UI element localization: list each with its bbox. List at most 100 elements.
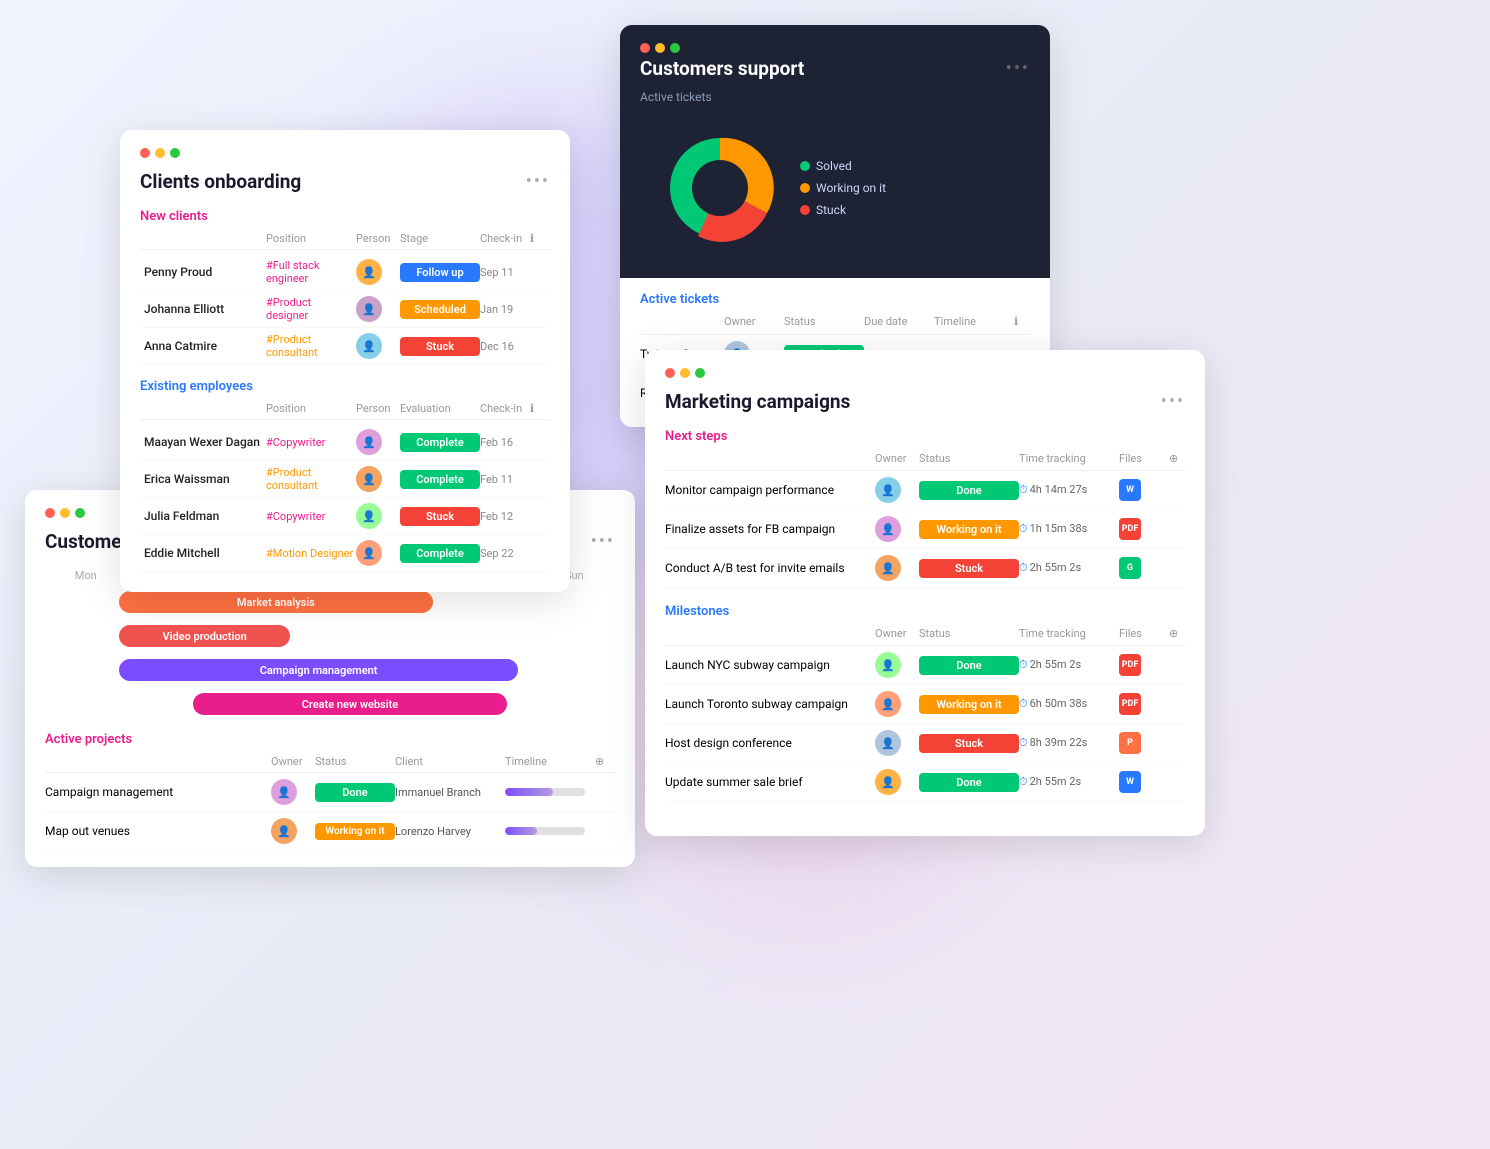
close-dot[interactable]: [665, 368, 675, 378]
status-badge[interactable]: Working on it: [919, 695, 1019, 714]
table-row: Finalize assets for FB campaign 👤 Workin…: [665, 510, 1185, 549]
col-info: ℹ: [1014, 315, 1030, 328]
status-badge[interactable]: Done: [315, 783, 395, 802]
status-badge[interactable]: Working on it: [919, 520, 1019, 539]
gantt-bar-campaign-management[interactable]: Campaign management: [119, 659, 518, 681]
employee-position: #Copywriter: [266, 510, 356, 523]
legend-label-stuck: Stuck: [816, 203, 846, 217]
avatar: 👤: [875, 555, 901, 581]
minimize-dot[interactable]: [655, 43, 665, 53]
avatar: 👤: [875, 730, 901, 756]
col-owner: Owner: [875, 627, 919, 640]
legend-dot-stuck: [800, 205, 810, 215]
active-projects-section: Active projects Owner Status Client Time…: [45, 732, 615, 851]
project-name: Map out venues: [45, 824, 271, 838]
milestone-name: Launch Toronto subway campaign: [665, 697, 875, 711]
milestones-label: Milestones: [665, 604, 1185, 619]
maximize-dot[interactable]: [670, 43, 680, 53]
col-position: Position: [266, 402, 356, 415]
table-row: Eddie Mitchell #Motion Designer 👤 Comple…: [140, 535, 550, 572]
eval-badge[interactable]: Complete: [400, 544, 480, 563]
more-options-button[interactable]: •••: [526, 171, 550, 192]
col-person: Person: [356, 232, 400, 245]
minimize-dot[interactable]: [60, 508, 70, 518]
avatar: 👤: [356, 503, 382, 529]
table-row: Maayan Wexer Dagan #Copywriter 👤 Complet…: [140, 424, 550, 461]
day-mon: Mon: [45, 569, 126, 582]
col-add[interactable]: ⊕: [1169, 627, 1185, 640]
checkin: Feb 11: [480, 473, 530, 486]
col-owner: Owner: [724, 315, 784, 328]
eval-badge[interactable]: Complete: [400, 433, 480, 452]
col-position: Position: [266, 232, 356, 245]
eval-badge[interactable]: Stuck: [400, 507, 480, 526]
client-position: #Product consultant: [266, 333, 356, 359]
status-badge[interactable]: Done: [919, 773, 1019, 792]
stage-badge[interactable]: Scheduled: [400, 300, 480, 319]
next-steps-label: Next steps: [665, 429, 1185, 444]
col-name: [665, 452, 875, 465]
more-options-button[interactable]: •••: [1006, 58, 1030, 79]
col-checkin: Check-in: [480, 402, 530, 415]
client-name: Immanuel Branch: [395, 786, 505, 799]
client-position: #Product designer: [266, 296, 356, 322]
col-evaluation: Evaluation: [400, 402, 480, 415]
gantt-bar-create-website[interactable]: Create new website: [193, 693, 507, 715]
card-title: Marketing campaigns: [665, 390, 1161, 413]
col-timetracking: Time tracking: [1019, 627, 1119, 640]
col-name: [640, 315, 724, 328]
stage-badge[interactable]: Stuck: [400, 337, 480, 356]
table-row: Anna Catmire #Product consultant 👤 Stuck…: [140, 328, 550, 365]
minimize-dot[interactable]: [680, 368, 690, 378]
table-row: Julia Feldman #Copywriter 👤 Stuck Feb 12: [140, 498, 550, 535]
maximize-dot[interactable]: [695, 368, 705, 378]
col-status: Status: [784, 315, 864, 328]
stage-badge[interactable]: Follow up: [400, 263, 480, 282]
more-options-button[interactable]: •••: [591, 531, 615, 552]
col-name: [665, 627, 875, 640]
close-dot[interactable]: [140, 148, 150, 158]
status-badge[interactable]: Stuck: [919, 559, 1019, 578]
eval-badge[interactable]: Complete: [400, 470, 480, 489]
pie-chart-area: Solved Working on it Stuck: [640, 118, 1030, 258]
avatar: 👤: [356, 429, 382, 455]
more-options-button[interactable]: •••: [1161, 391, 1185, 412]
status-badge[interactable]: Working on it: [315, 823, 395, 840]
maximize-dot[interactable]: [75, 508, 85, 518]
task-name: Monitor campaign performance: [665, 483, 875, 497]
client-name: Lorenzo Harvey: [395, 825, 505, 838]
gantt-bar-market-analysis[interactable]: Market analysis: [119, 591, 433, 613]
gantt-bar-video-production[interactable]: Video production: [119, 625, 290, 647]
status-badge[interactable]: Done: [919, 656, 1019, 675]
task-name: Finalize assets for FB campaign: [665, 522, 875, 536]
col-add[interactable]: ⊕: [595, 755, 615, 768]
milestone-name: Update summer sale brief: [665, 775, 875, 789]
active-tickets-label: Active tickets: [640, 292, 1030, 307]
col-checkin: Check-in: [480, 232, 530, 245]
avatar: 👤: [356, 333, 382, 359]
pie-chart: [660, 128, 780, 248]
status-badge[interactable]: Stuck: [919, 734, 1019, 753]
time-tracking: ⏱8h 39m 22s: [1019, 736, 1119, 750]
minimize-dot[interactable]: [155, 148, 165, 158]
file-badge: G: [1119, 557, 1141, 579]
col-timetracking: Time tracking: [1019, 452, 1119, 465]
timeline-bar: [505, 827, 585, 835]
avatar: 👤: [875, 516, 901, 542]
new-clients-header: Position Person Stage Check-in ℹ: [140, 232, 550, 250]
avatar: 👤: [356, 466, 382, 492]
legend-dot-solved: [800, 161, 810, 171]
close-dot[interactable]: [640, 43, 650, 53]
gantt-row: Video production: [45, 622, 615, 650]
task-name: Conduct A/B test for invite emails: [665, 561, 875, 575]
legend-dot-working: [800, 183, 810, 193]
window-controls: [665, 368, 1185, 378]
col-add[interactable]: ⊕: [1169, 452, 1185, 465]
checkin: Sep 22: [480, 547, 530, 560]
active-projects-header: Owner Status Client Timeline ⊕: [45, 755, 615, 773]
status-badge[interactable]: Done: [919, 481, 1019, 500]
gantt-row: Create new website: [45, 690, 615, 718]
time-tracking: ⏱2h 55m 2s: [1019, 775, 1119, 789]
close-dot[interactable]: [45, 508, 55, 518]
maximize-dot[interactable]: [170, 148, 180, 158]
